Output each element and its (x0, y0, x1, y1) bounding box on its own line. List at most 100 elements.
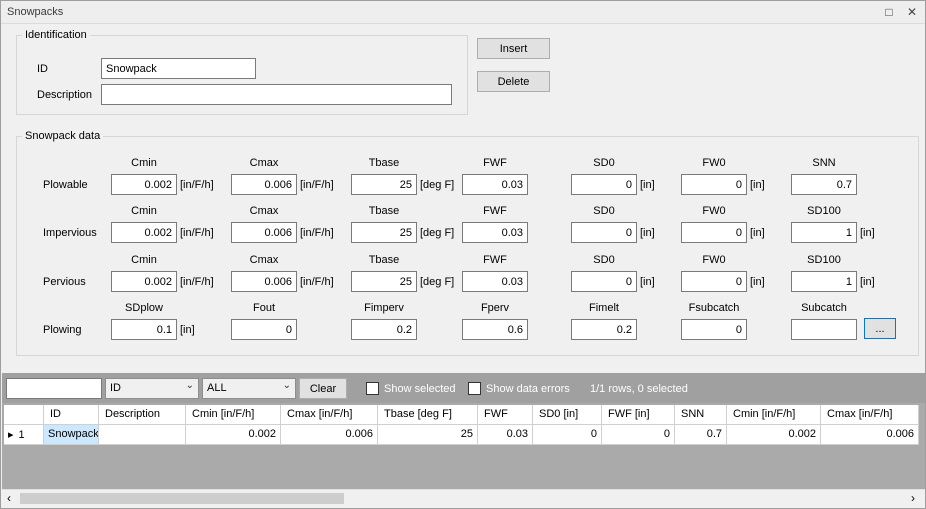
field-input[interactable] (791, 271, 857, 292)
insert-button[interactable]: Insert (477, 38, 550, 59)
column-header[interactable]: Cmax [in/F/h] (821, 405, 919, 425)
field-input[interactable] (231, 319, 297, 340)
field-header: Tbase (368, 254, 400, 266)
field-unit: [in/F/h] (180, 276, 214, 288)
id-label: ID (37, 63, 48, 75)
show-data-errors-checkbox[interactable] (468, 382, 481, 395)
table-cell[interactable]: 0.002 (186, 425, 281, 445)
field-input[interactable] (462, 222, 528, 243)
field-input[interactable] (231, 222, 297, 243)
field-input[interactable] (681, 319, 747, 340)
table-cell[interactable] (99, 425, 186, 445)
field-input[interactable] (231, 271, 297, 292)
data-grid: ID Description Cmin [in/F/h] Cmax [in/F/h] T… (2, 403, 925, 489)
field-input[interactable] (791, 222, 857, 243)
column-header[interactable]: SD0 [in] (533, 405, 602, 425)
table-cell[interactable]: 0.006 (821, 425, 919, 445)
scroll-right-icon[interactable]: › (911, 491, 915, 505)
row-label: Plowing (43, 324, 82, 336)
field-input[interactable] (681, 271, 747, 292)
delete-button[interactable]: Delete (477, 71, 550, 92)
field-input[interactable] (351, 222, 417, 243)
snowpacks-window: Snowpacks □ ✕ Identification ID Descript… (0, 0, 926, 509)
field-header: Fsubcatch (688, 302, 740, 314)
field-input[interactable] (462, 174, 528, 195)
field-unit: [in] (640, 179, 655, 191)
snowpack-data-group-title: Snowpack data (22, 130, 104, 142)
clear-button[interactable]: Clear (299, 378, 347, 399)
column-header[interactable]: Cmax [in/F/h] (281, 405, 378, 425)
column-header[interactable]: FWF (478, 405, 533, 425)
field-header: Cmax (249, 254, 279, 266)
column-header[interactable]: Cmin [in/F/h] (186, 405, 281, 425)
id-field[interactable] (101, 58, 256, 79)
field-input[interactable] (462, 271, 528, 292)
field-unit: [in/F/h] (180, 227, 214, 239)
row-header[interactable]: ▸ 1 (4, 425, 44, 445)
field-header: Subcatch (801, 302, 847, 314)
field-unit: [in/F/h] (300, 227, 334, 239)
table-cell[interactable]: 0.002 (727, 425, 821, 445)
field-header: SD0 (593, 205, 615, 217)
row-label: Plowable (43, 179, 88, 191)
field-header: SD0 (593, 254, 615, 266)
description-label: Description (37, 89, 93, 101)
field-header: Fimelt (589, 302, 619, 314)
column-header[interactable]: Description (99, 405, 186, 425)
column-header[interactable]: ID (44, 405, 99, 425)
field-input[interactable] (571, 222, 637, 243)
field-input[interactable] (571, 319, 637, 340)
maximize-icon[interactable]: □ (882, 5, 896, 19)
table-cell[interactable]: 0 (533, 425, 602, 445)
search-input[interactable] (6, 378, 102, 399)
field-header: SD100 (807, 205, 841, 217)
field-input[interactable] (351, 319, 417, 340)
window-title: Snowpacks (7, 6, 64, 18)
field-header: Tbase (368, 205, 400, 217)
field-select[interactable]: ID ⌄ (105, 378, 199, 399)
field-input[interactable] (791, 174, 857, 195)
table-cell[interactable]: 0 (602, 425, 675, 445)
table-cell[interactable]: Snowpack (44, 425, 99, 445)
field-input[interactable] (462, 319, 528, 340)
table-cell[interactable]: 25 (378, 425, 478, 445)
field-input[interactable] (681, 222, 747, 243)
row-header-corner (4, 405, 44, 425)
field-input[interactable] (111, 222, 177, 243)
field-unit: [in/F/h] (300, 276, 334, 288)
show-selected-checkbox[interactable] (366, 382, 379, 395)
field-input[interactable] (351, 174, 417, 195)
table-cell[interactable]: 0.03 (478, 425, 533, 445)
column-header[interactable]: SNN (675, 405, 727, 425)
scrollbar-thumb[interactable] (20, 493, 344, 504)
field-input[interactable] (111, 271, 177, 292)
field-input[interactable] (571, 174, 637, 195)
field-input[interactable] (231, 174, 297, 195)
field-input[interactable] (681, 174, 747, 195)
subcatch-browse-button[interactable]: ... (864, 318, 896, 339)
field-header: FWF (483, 157, 507, 169)
scope-select[interactable]: ALL ⌄ (202, 378, 296, 399)
column-header[interactable]: FWF [in] (602, 405, 675, 425)
field-input[interactable] (351, 271, 417, 292)
field-header: Fperv (480, 302, 510, 314)
field-header: Cmin (131, 157, 157, 169)
show-data-errors-label: Show data errors (486, 383, 570, 395)
field-input[interactable] (111, 174, 177, 195)
field-header: SNN (812, 157, 836, 169)
table-cell[interactable]: 0.006 (281, 425, 378, 445)
description-field[interactable] (101, 84, 452, 105)
column-header[interactable]: Tbase [deg F] (378, 405, 478, 425)
field-header: Cmin (131, 205, 157, 217)
table-cell[interactable]: 0.7 (675, 425, 727, 445)
horizontal-scrollbar[interactable]: ‹ › (2, 489, 925, 506)
scroll-left-icon[interactable]: ‹ (7, 491, 11, 505)
field-input[interactable] (571, 271, 637, 292)
column-header[interactable]: Cmin [in/F/h] (727, 405, 821, 425)
field-unit: [deg F] (420, 276, 455, 288)
field-unit: [deg F] (420, 227, 455, 239)
close-icon[interactable]: ✕ (905, 5, 919, 19)
field-input[interactable] (791, 319, 857, 340)
field-header: SD0 (593, 157, 615, 169)
field-input[interactable] (111, 319, 177, 340)
